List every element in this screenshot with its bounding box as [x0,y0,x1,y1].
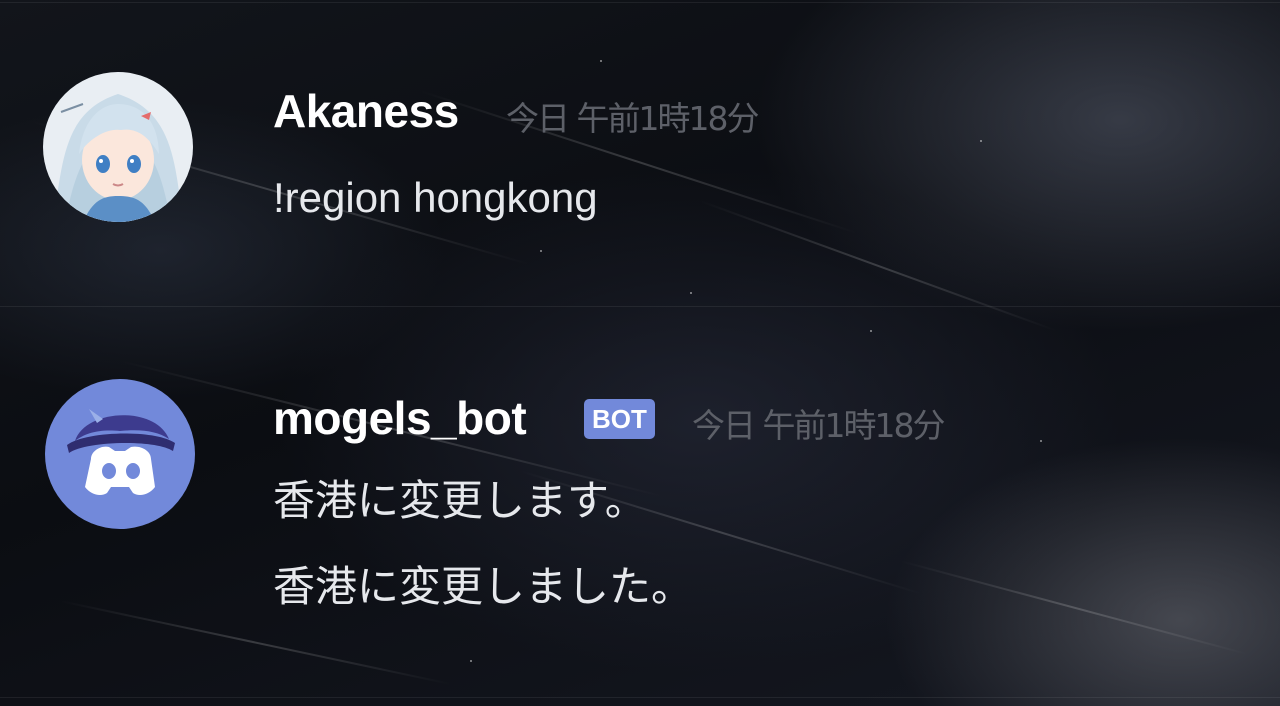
message-timestamp[interactable]: 今日 午前1時18分 [506,92,759,140]
chat-message-list: Akaness 今日 午前1時18分 !region hongkong moge… [0,0,1280,706]
bot-avatar[interactable] [45,379,195,529]
message-divider [0,697,1280,698]
message-content: 香港に変更しました。 [273,562,694,611]
anime-girl-avatar-icon [43,72,193,222]
message-content: !region hongkong [273,174,598,221]
message-author[interactable]: Akaness [273,84,459,138]
bot-tag-badge: BOT [584,399,655,439]
message-timestamp[interactable]: 今日 午前1時18分 [692,399,945,447]
message-content: 香港に変更します。 [273,476,647,525]
message-author[interactable]: mogels_bot [273,391,527,445]
chat-message: Akaness 今日 午前1時18分 !region hongkong [0,0,1280,305]
chat-message: mogels_bot BOT 今日 午前1時18分 香港に変更します。 香港に変… [0,307,1280,697]
user-avatar[interactable] [43,72,193,222]
discord-bot-avatar-icon [45,379,195,529]
